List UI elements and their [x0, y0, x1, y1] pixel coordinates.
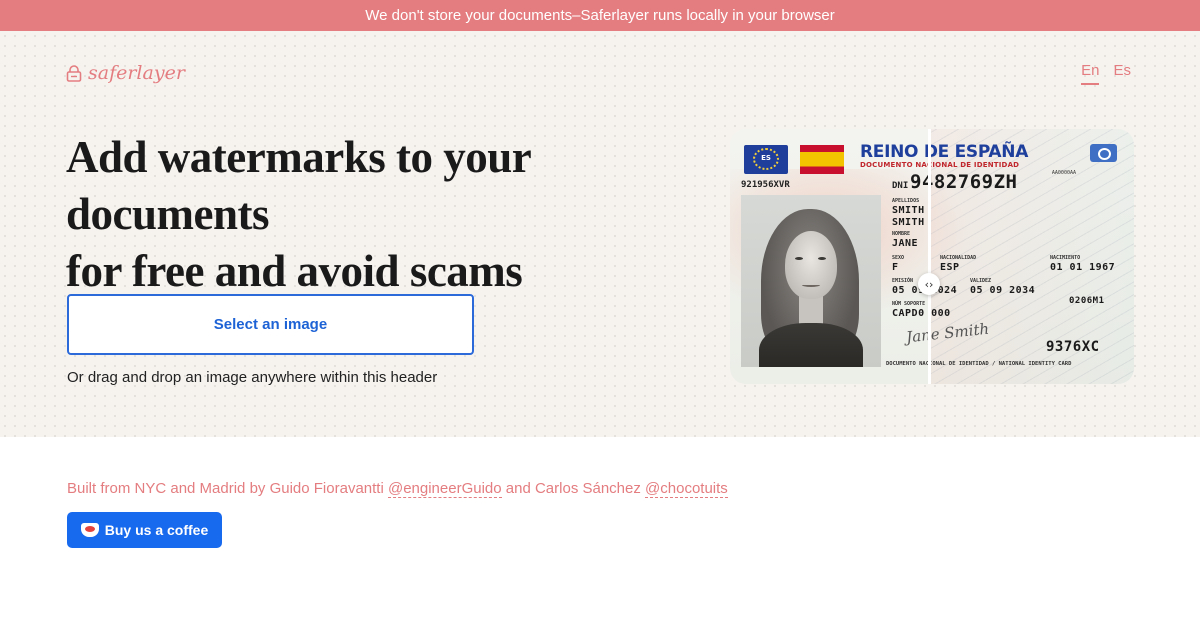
link-chocotuits[interactable]: @chocotuits	[645, 480, 728, 498]
eu-flag-icon: ES	[744, 145, 788, 174]
surname-1: SMITH	[892, 205, 925, 216]
label-name: NOMBRE	[892, 231, 911, 237]
dni-number: 9482769ZH	[910, 171, 1018, 193]
lang-es[interactable]: Es	[1113, 62, 1131, 85]
compare-slider-handle[interactable]: ‹›	[918, 273, 940, 295]
portrait-face	[785, 231, 837, 299]
compare-divider[interactable]	[928, 129, 931, 384]
country-code: ES	[761, 154, 771, 162]
given-name: JANE	[892, 238, 919, 249]
lang-en[interactable]: En	[1081, 62, 1100, 85]
page-headline: Add watermarks to your documents for fre…	[66, 129, 666, 300]
card-title: REINO DE ESPAÑA	[860, 142, 1029, 162]
portrait-photo	[741, 195, 881, 367]
card-footer: DOCUMENTO NACIONAL DE IDENTIDAD / NATION…	[886, 361, 1072, 367]
link-engineerguido[interactable]: @engineerGuido	[387, 480, 502, 498]
support-number: CAPD0 000	[892, 308, 951, 319]
can-number: 9376XC	[1046, 339, 1100, 355]
birth-date: 01 01 1967	[1050, 262, 1116, 273]
banner-text: We don't store your documents–Saferlayer…	[365, 7, 835, 24]
label-surnames: APELLIDOS	[892, 198, 920, 204]
label-validity: VALIDEZ	[970, 278, 992, 284]
expiry-date: 05 09 2034	[970, 285, 1036, 296]
nationality-value: ESP	[940, 262, 960, 273]
label-issue: EMISIÓN	[892, 278, 914, 284]
card-serial: 921956XVR	[741, 180, 790, 190]
headline-line-2: for free and avoid scams	[66, 246, 523, 296]
language-switcher: En Es	[1081, 62, 1131, 85]
sex-value: F	[892, 262, 899, 273]
label-birth: NACIMIENTO	[1050, 255, 1081, 261]
headline-line-1: Add watermarks to your documents	[66, 132, 531, 239]
id-card-preview: ES REINO DE ESPAÑA DOCUMENTO NACIONAL DE…	[730, 129, 1134, 384]
card-code: 0206M1	[1069, 296, 1105, 306]
label-nationality: NACIONALIDAD	[940, 255, 977, 261]
portrait-eye	[795, 257, 803, 260]
logo[interactable]: saferlayer	[66, 62, 185, 84]
select-image-button[interactable]: Select an image	[67, 294, 474, 355]
drag-drop-hint: Or drag and drop an image anywhere withi…	[67, 369, 438, 386]
buy-coffee-button[interactable]: Buy us a coffee	[67, 512, 222, 548]
coffee-cup-icon	[80, 523, 99, 537]
card-small-code: AA0000AA	[1051, 170, 1076, 176]
card-emblem-icon	[1090, 144, 1117, 162]
hero-header[interactable]: saferlayer En Es Add watermarks to your …	[0, 31, 1200, 437]
spain-flag-icon	[800, 145, 844, 174]
portrait-shirt	[759, 323, 863, 367]
card-subtitle: DOCUMENTO NACIONAL DE IDENTIDAD	[860, 161, 1020, 169]
logo-text: saferlayer	[88, 62, 185, 84]
label-support: NÚM SOPORTE	[892, 301, 926, 307]
portrait-mouth	[802, 283, 820, 287]
surname-2: SMITH	[892, 217, 925, 228]
lock-icon	[66, 64, 82, 82]
label-sex: SEXO	[892, 255, 905, 261]
portrait-eye	[818, 257, 826, 260]
credits: Built from NYC and Madrid by Guido Fiora…	[67, 480, 728, 498]
dni-label: DNI	[892, 181, 909, 191]
credits-middle: and Carlos Sánchez	[505, 480, 641, 497]
top-banner: We don't store your documents–Saferlayer…	[0, 0, 1200, 31]
buy-coffee-label: Buy us a coffee	[104, 522, 209, 538]
credits-prefix: Built from NYC and Madrid by Guido Fiora…	[67, 480, 384, 497]
